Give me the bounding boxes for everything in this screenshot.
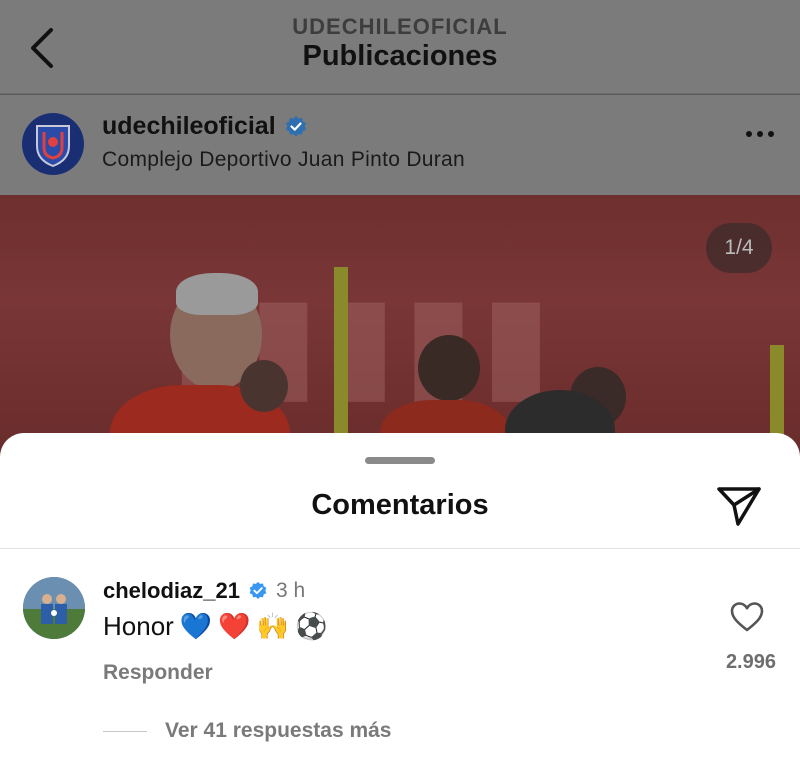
heart-outline-icon xyxy=(730,602,764,632)
comment-meta: chelodiaz_21 3 h xyxy=(103,578,305,604)
sheet-divider xyxy=(0,548,800,549)
post-avatar[interactable] xyxy=(22,113,84,175)
post-location[interactable]: Complejo Deportivo Juan Pinto Duran xyxy=(102,148,465,172)
replies-divider-line xyxy=(103,730,147,732)
top-navigation-bar: UDECHILEOFICIAL Publicaciones xyxy=(0,0,800,94)
post-image[interactable]: ▮▮▮▮▮ 1/4 xyxy=(0,195,800,455)
page-title: Publicaciones xyxy=(302,40,498,72)
sheet-drag-handle[interactable] xyxy=(365,457,435,464)
post-username[interactable]: udechileoficial xyxy=(102,112,276,141)
more-options-button[interactable] xyxy=(746,131,774,137)
soccer-ball-emoji: ⚽ xyxy=(294,611,328,642)
share-button[interactable] xyxy=(716,485,762,527)
view-replies-label: Ver 41 respuestas más xyxy=(165,719,392,742)
club-crest-icon xyxy=(36,125,70,168)
blue-heart-emoji: 💙 xyxy=(179,611,213,642)
comment-username[interactable]: chelodiaz_21 xyxy=(103,578,240,604)
comment-timestamp: 3 h xyxy=(275,579,306,602)
comment-avatar[interactable] xyxy=(23,577,85,639)
image-counter-badge: 1/4 xyxy=(706,223,772,273)
reply-button[interactable]: Responder xyxy=(103,661,213,685)
comment-text: Honor 💙 ❤️ 🙌 ⚽ xyxy=(103,611,327,642)
more-horizontal-icon xyxy=(746,131,752,137)
comment-like-count: 2.996 xyxy=(725,651,776,673)
header-account-name: UDECHILEOFICIAL xyxy=(292,14,508,39)
paper-plane-icon xyxy=(717,487,761,526)
comments-bottom-sheet: Comentarios chelodiaz_21 3 h Honor 💙 ❤️ … xyxy=(0,433,800,773)
verified-badge-icon xyxy=(285,115,306,137)
comment-body: Honor xyxy=(103,611,174,641)
view-replies-button[interactable]: Ver 41 respuestas más xyxy=(103,719,392,743)
comments-title: Comentarios xyxy=(311,489,489,521)
red-heart-emoji: ❤️ xyxy=(218,611,251,642)
post-user-row: udechileoficial xyxy=(102,112,308,141)
instagram-app: UDECHILEOFICIAL Publicaciones udechileof… xyxy=(0,0,800,773)
verified-badge-icon xyxy=(249,581,267,599)
raising-hands-emoji: 🙌 xyxy=(256,611,289,642)
post-header: udechileoficial Complejo Deportivo Juan … xyxy=(0,95,800,195)
user-photo-icon xyxy=(23,577,85,639)
like-comment-button[interactable] xyxy=(730,601,764,633)
